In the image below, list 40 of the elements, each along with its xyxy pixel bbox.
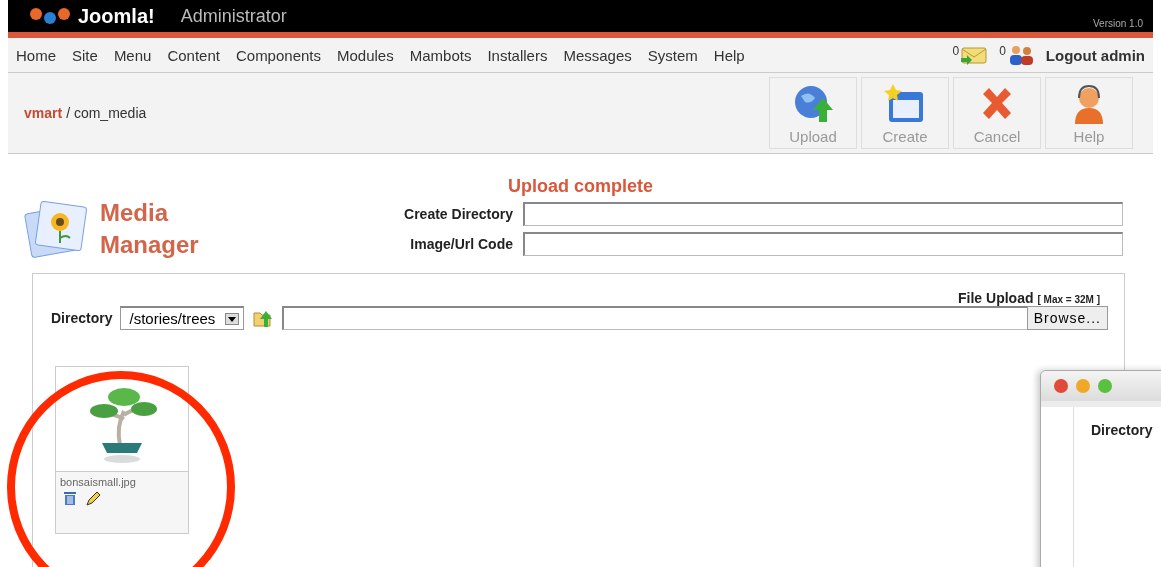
input-field[interactable]: [523, 232, 1123, 256]
logout-link[interactable]: Logout admin: [1045, 46, 1145, 64]
maximize-icon[interactable]: [1097, 378, 1113, 394]
file-name: bonsaismall.jpg: [60, 476, 137, 488]
status-message: Upload complete: [507, 176, 654, 197]
browse-button[interactable]: Browse...: [1026, 306, 1108, 330]
menu-item[interactable]: Modules: [337, 46, 394, 64]
upload-label: File Upload: [958, 290, 1034, 306]
breadcrumb-text: / com_media: [66, 105, 147, 121]
menu-item[interactable]: Home: [16, 46, 56, 64]
menu-item[interactable]: Site: [72, 46, 98, 64]
close-icon[interactable]: [1053, 378, 1069, 394]
envelope-icon[interactable]: [959, 44, 990, 66]
page-title: Manager: [100, 230, 199, 260]
version-label: Version 1.0: [1092, 18, 1143, 29]
file-thumbnail[interactable]: bonsaismall.jpg: [55, 366, 189, 534]
input-field[interactable]: [523, 202, 1123, 226]
breadcrumb-link[interactable]: vmart: [24, 105, 63, 121]
trash-icon[interactable]: [62, 490, 78, 506]
menu-item[interactable]: Installers: [487, 46, 548, 64]
header-subtitle: Administrator: [180, 5, 287, 27]
menu-item[interactable]: Content: [167, 46, 220, 64]
upload-limit: [ Max = 32M ]: [1037, 294, 1100, 305]
directory-label: Directory: [1091, 422, 1153, 438]
menu-item[interactable]: Components: [235, 46, 321, 64]
menu-item[interactable]: Menu: [113, 46, 152, 64]
file-input[interactable]: [282, 306, 1029, 330]
menu-item[interactable]: System: [647, 46, 698, 64]
directory-label: Directory: [51, 310, 113, 326]
user-count: 0: [999, 44, 1006, 58]
field-label: Image/Url Code: [409, 236, 513, 252]
field-label: Create Directory: [403, 206, 513, 222]
directory-select[interactable]: /stories/trees: [120, 306, 245, 330]
menu-item[interactable]: Help: [713, 46, 745, 64]
page-title: Media: [100, 198, 170, 228]
pencil-icon[interactable]: [84, 490, 102, 508]
logo-text: Joomla!: [78, 4, 155, 28]
menu-item[interactable]: Mambots: [409, 46, 472, 64]
menu-item[interactable]: Messages: [563, 46, 632, 64]
message-count: 0: [952, 44, 960, 58]
